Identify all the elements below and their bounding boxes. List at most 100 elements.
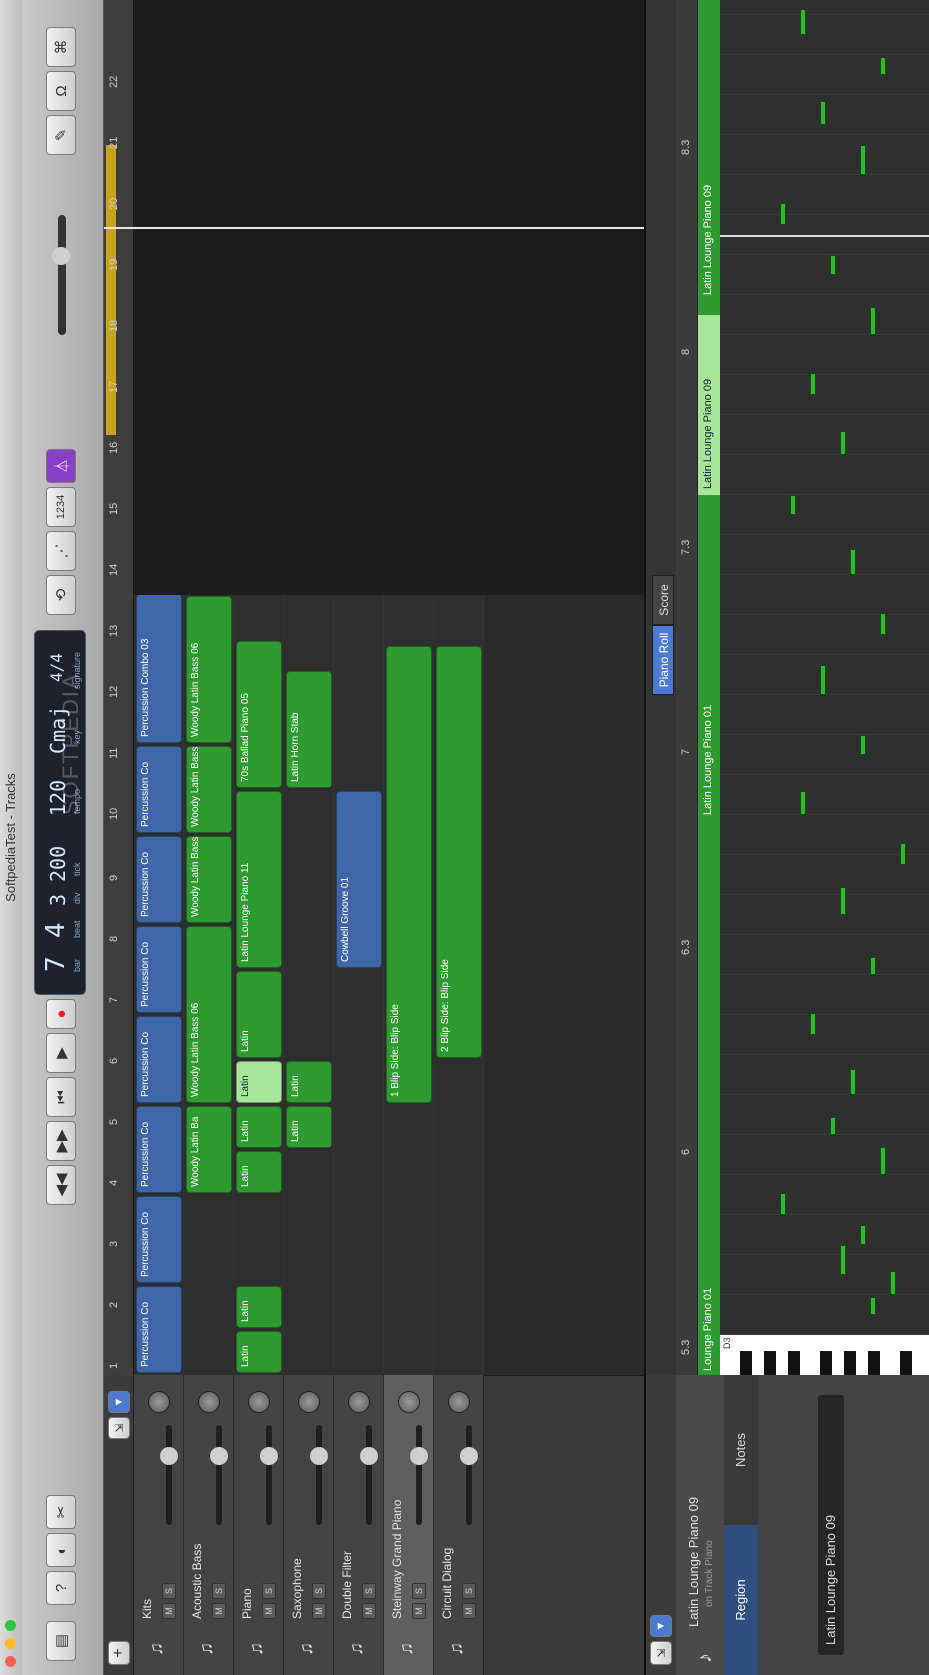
mute-button[interactable]: M [462, 1603, 476, 1619]
midi-note[interactable] [790, 495, 796, 515]
mute-button[interactable]: M [162, 1603, 176, 1619]
midi-note[interactable] [830, 255, 836, 275]
editor-playhead[interactable] [720, 235, 929, 237]
zoom-window-button[interactable] [5, 1620, 16, 1631]
region[interactable]: Cowbell Groove 01 [336, 791, 382, 968]
track-header[interactable]: ♫ Double Filter M S [334, 1375, 384, 1675]
region[interactable]: Percussion Co [136, 836, 182, 923]
midi-note[interactable] [810, 373, 816, 395]
black-key[interactable] [900, 1351, 912, 1375]
track-pan-knob[interactable] [348, 1391, 370, 1413]
region[interactable]: Latin [236, 971, 282, 1058]
track-pan-knob[interactable] [198, 1391, 220, 1413]
cycle-button[interactable]: ⟲ [46, 575, 76, 615]
midi-note[interactable] [850, 549, 856, 575]
midi-note[interactable] [860, 1225, 866, 1245]
region[interactable]: 2 Blip Side: Blip Side [436, 646, 482, 1058]
region[interactable]: Woody Latin Bass 06 [186, 926, 232, 1103]
midi-note[interactable] [880, 57, 886, 75]
region[interactable]: Percussion Co [136, 1196, 182, 1283]
region[interactable]: Percussion Co [136, 926, 182, 1013]
track-volume-slider[interactable] [210, 1425, 228, 1525]
editor-ruler[interactable]: 5.3 6 6.3 7 7.3 8 8.3 [676, 0, 698, 1375]
region[interactable]: Woody Latin Bass 06 [186, 836, 232, 923]
midi-note[interactable] [840, 1245, 846, 1275]
region[interactable]: Woody Latin Bass 06 [186, 596, 232, 743]
track-volume-knob[interactable] [160, 1447, 178, 1465]
region[interactable]: Latin [236, 1061, 282, 1103]
track-pan-knob[interactable] [298, 1391, 320, 1413]
midi-note[interactable] [800, 791, 806, 815]
solo-button[interactable]: S [362, 1583, 376, 1599]
region[interactable]: 1 Blip Side: Blip Side [386, 646, 432, 1103]
record-button[interactable]: ● [46, 999, 76, 1029]
close-window-button[interactable] [5, 1656, 16, 1667]
timeline-ruler[interactable]: 1 2 3 4 5 6 7 8 9 10 11 12 13 14 15 16 17 18 19 20 21 22 [104, 0, 134, 1375]
track-volume-knob[interactable] [260, 1447, 278, 1465]
fast-forward-button[interactable]: ▶▶ [46, 1121, 76, 1161]
midi-note[interactable] [840, 431, 846, 455]
score-mode-button[interactable]: Score [652, 575, 674, 625]
solo-button[interactable]: S [262, 1583, 276, 1599]
editor-filter-button[interactable]: ▼ [650, 1615, 672, 1637]
region[interactable]: Woody Latin Bass 05 [186, 746, 232, 833]
midi-note[interactable] [880, 613, 886, 635]
track-header[interactable]: ♫ Circuit Dialog M S [434, 1375, 484, 1675]
editor-catch-button[interactable]: ⇲ [650, 1641, 672, 1665]
track-header[interactable]: ♫ Steinway Grand Piano M S [384, 1375, 434, 1675]
midi-note[interactable] [820, 665, 826, 695]
tab-notes[interactable]: Notes [724, 1375, 758, 1525]
track-volume-knob[interactable] [360, 1447, 378, 1465]
track-volume-slider[interactable] [160, 1425, 178, 1525]
mute-button[interactable]: M [312, 1603, 326, 1619]
solo-button[interactable]: S [412, 1583, 426, 1599]
track-volume-slider[interactable] [310, 1425, 328, 1525]
solo-button[interactable]: S [212, 1583, 226, 1599]
region[interactable]: Latin [236, 1151, 282, 1193]
region[interactable]: Percussion Co [136, 1106, 182, 1193]
loop-browser-button[interactable]: Ω [46, 71, 76, 111]
catch-button[interactable]: ⇲ [108, 1417, 130, 1439]
black-key[interactable] [868, 1351, 880, 1375]
notepad-button[interactable]: ✎ [46, 115, 76, 155]
track-volume-knob[interactable] [410, 1447, 428, 1465]
midi-note[interactable] [810, 1013, 816, 1035]
region[interactable]: Percussion Co [136, 746, 182, 833]
region[interactable]: Percussion Combo 03 [136, 594, 182, 743]
metronome-button[interactable]: ⏃ [46, 449, 76, 483]
black-key[interactable] [764, 1351, 776, 1375]
track-header[interactable]: ♫ Acoustic Bass M S [184, 1375, 234, 1675]
region[interactable]: Latin Horn Stab [286, 671, 332, 788]
piano-keyboard[interactable]: D3 [720, 1335, 929, 1375]
track-pan-knob[interactable] [248, 1391, 270, 1413]
region[interactable]: Latin [236, 1331, 282, 1373]
midi-note[interactable] [860, 735, 866, 755]
track-pan-knob[interactable] [448, 1391, 470, 1413]
region[interactable]: 70s Ballad Piano 05 [236, 641, 282, 788]
solo-button[interactable]: S [462, 1583, 476, 1599]
region[interactable]: Percussion Co [136, 1286, 182, 1373]
region[interactable]: Percussion Co [136, 1016, 182, 1103]
midi-note[interactable] [830, 1117, 836, 1135]
master-volume-slider[interactable] [52, 215, 70, 335]
track-header[interactable]: ♫ Piano M S [234, 1375, 284, 1675]
count-in-button[interactable]: 1234 [46, 487, 76, 527]
add-track-button[interactable]: + [108, 1641, 130, 1665]
smart-controls-button[interactable]: ◐ [46, 1533, 76, 1567]
track-header[interactable]: ♫ Saxophone M S [284, 1375, 334, 1675]
region[interactable]: Latin [236, 1106, 282, 1148]
tab-region[interactable]: Region [724, 1525, 758, 1675]
playhead[interactable] [104, 227, 644, 229]
note-grid[interactable] [720, 0, 929, 1335]
minimize-window-button[interactable] [5, 1638, 16, 1649]
play-button[interactable]: ▶ [46, 1033, 76, 1073]
midi-note[interactable] [820, 101, 826, 125]
midi-note[interactable] [840, 887, 846, 915]
midi-note[interactable] [780, 1193, 786, 1215]
region[interactable]: Latin [236, 1286, 282, 1328]
region[interactable]: Latin [286, 1106, 332, 1148]
editors-button[interactable]: ✂ [46, 1495, 76, 1529]
selected-region-strip[interactable]: Latin Lounge Piano 09 [698, 315, 720, 495]
mute-button[interactable]: M [212, 1603, 226, 1619]
midi-note[interactable] [890, 1271, 896, 1295]
